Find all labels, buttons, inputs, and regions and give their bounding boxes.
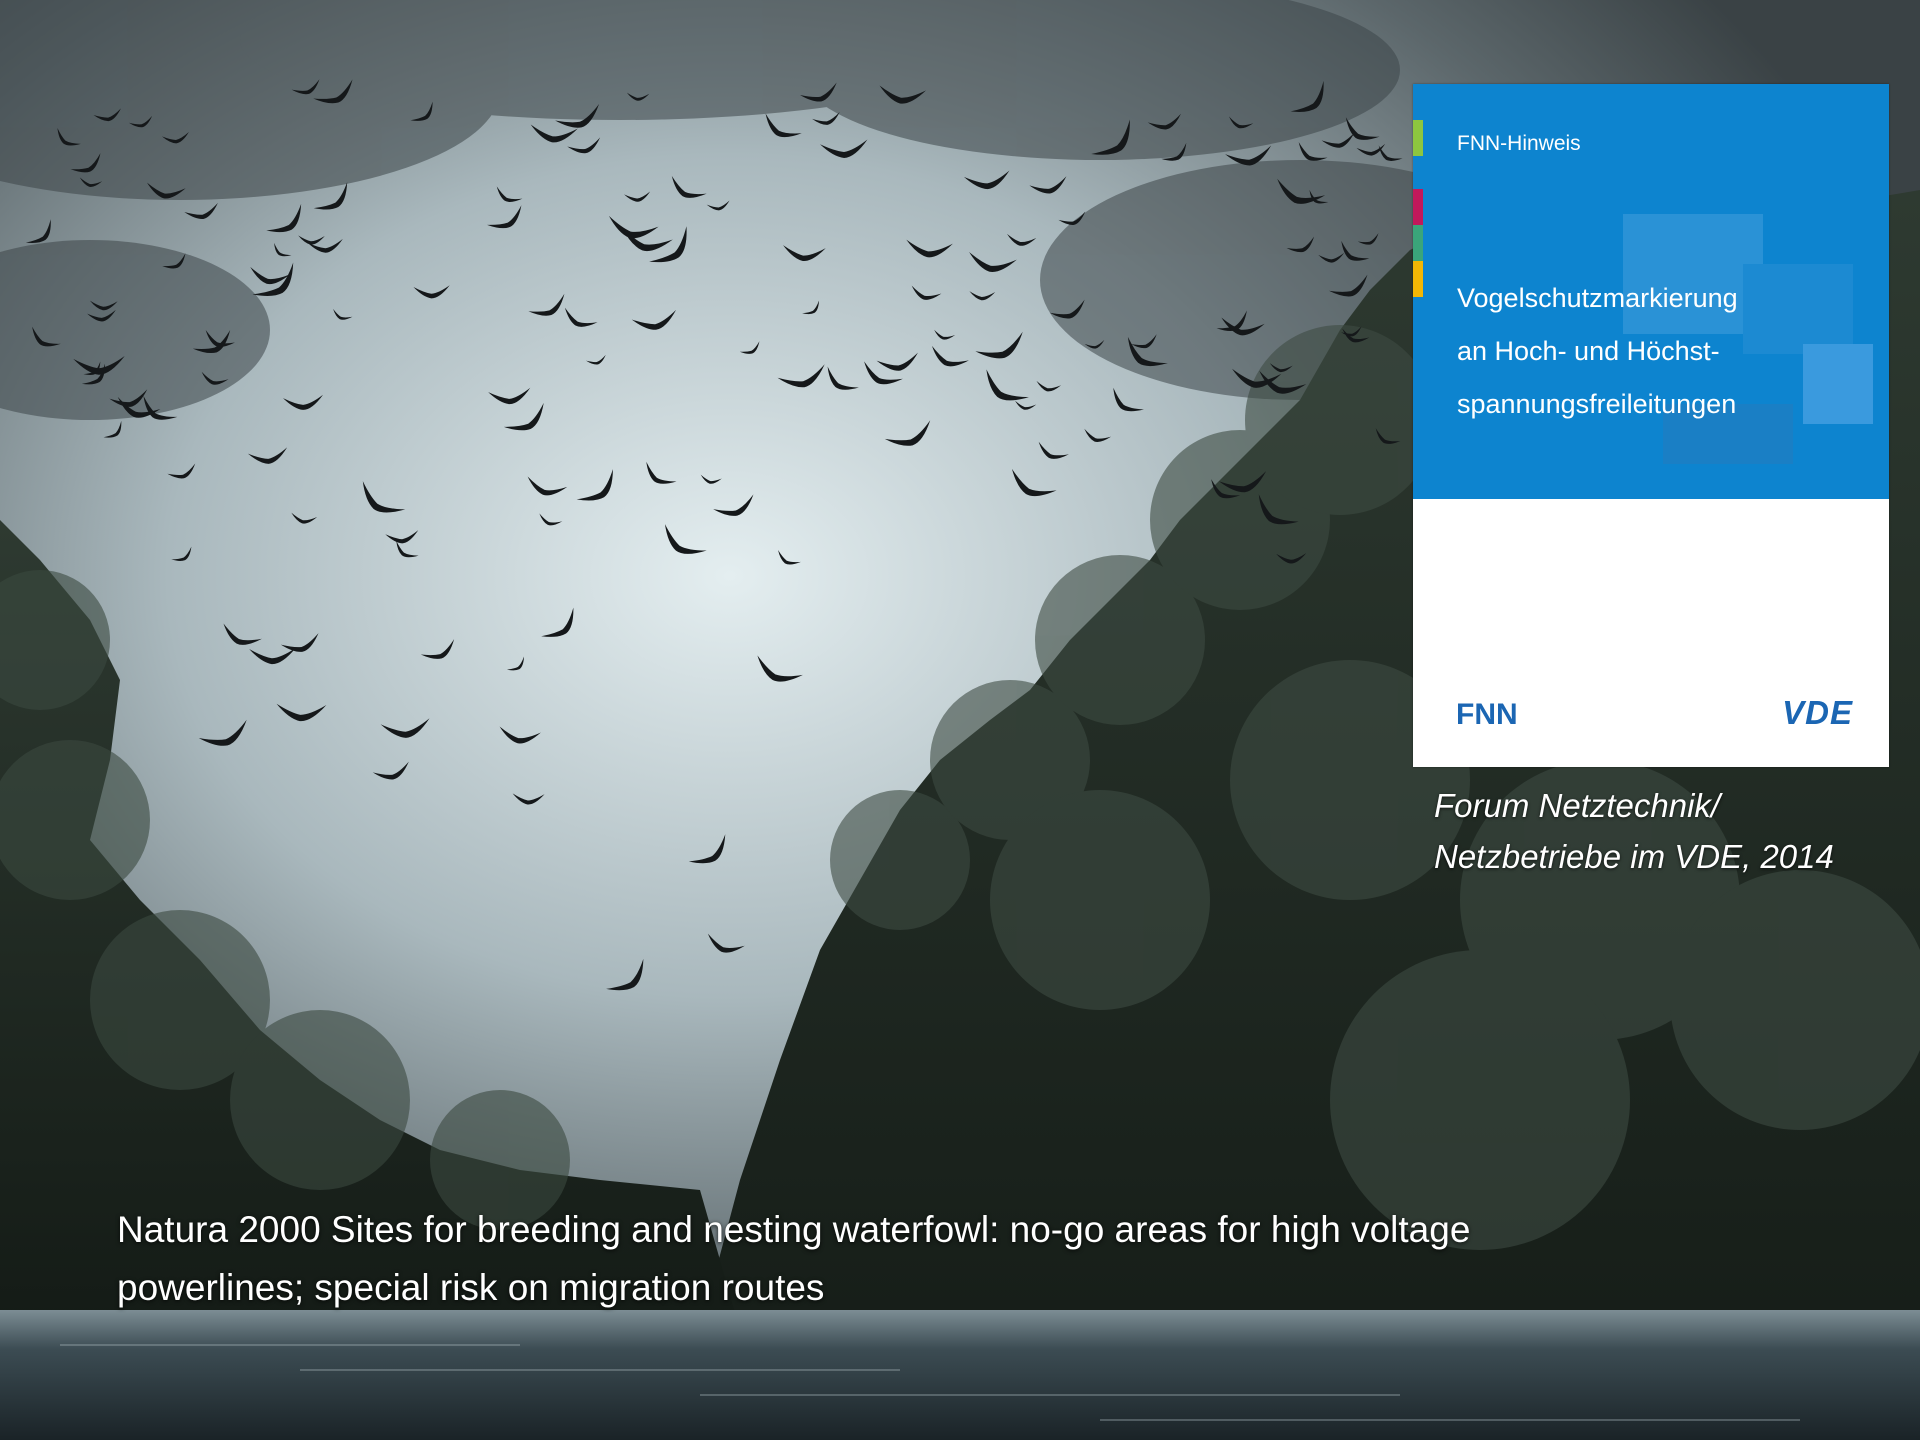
cover-title-line: Vogelschutzmarkierung	[1457, 283, 1738, 313]
fnn-logo: FNN	[1456, 698, 1518, 731]
cover-title: Vogelschutzmarkierung an Hoch- und Höchs…	[1457, 272, 1738, 431]
caption-line: Natura 2000 Sites for breeding and nesti…	[117, 1209, 1471, 1250]
cover-kicker: FNN-Hinweis	[1457, 132, 1581, 155]
cover-blue-band: FNN-Hinweis Vogelschutzmarkierung an Hoc…	[1413, 84, 1889, 499]
cover-color-strip	[1413, 120, 1423, 156]
cover-color-strip	[1413, 225, 1423, 261]
source-line: Forum Netztechnik/	[1434, 787, 1721, 824]
caption-line: powerlines; special risk on migration ro…	[117, 1267, 825, 1308]
cover-tile	[1743, 264, 1853, 354]
cover-title-line: spannungsfreileitungen	[1457, 389, 1737, 419]
cover-title-line: an Hoch- und Höchst-	[1457, 336, 1720, 366]
vde-logo: VDE	[1782, 694, 1853, 731]
cover-tile	[1803, 344, 1873, 424]
source-line: Netzbetriebe im VDE, 2014	[1434, 838, 1834, 875]
publication-cover: FNN-Hinweis Vogelschutzmarkierung an Hoc…	[1413, 84, 1889, 767]
source-citation: Forum Netztechnik/ Netzbetriebe im VDE, …	[1434, 780, 1834, 882]
slide-caption: Natura 2000 Sites for breeding and nesti…	[117, 1201, 1797, 1317]
cover-color-strip	[1413, 261, 1423, 297]
cover-color-strip	[1413, 189, 1423, 225]
